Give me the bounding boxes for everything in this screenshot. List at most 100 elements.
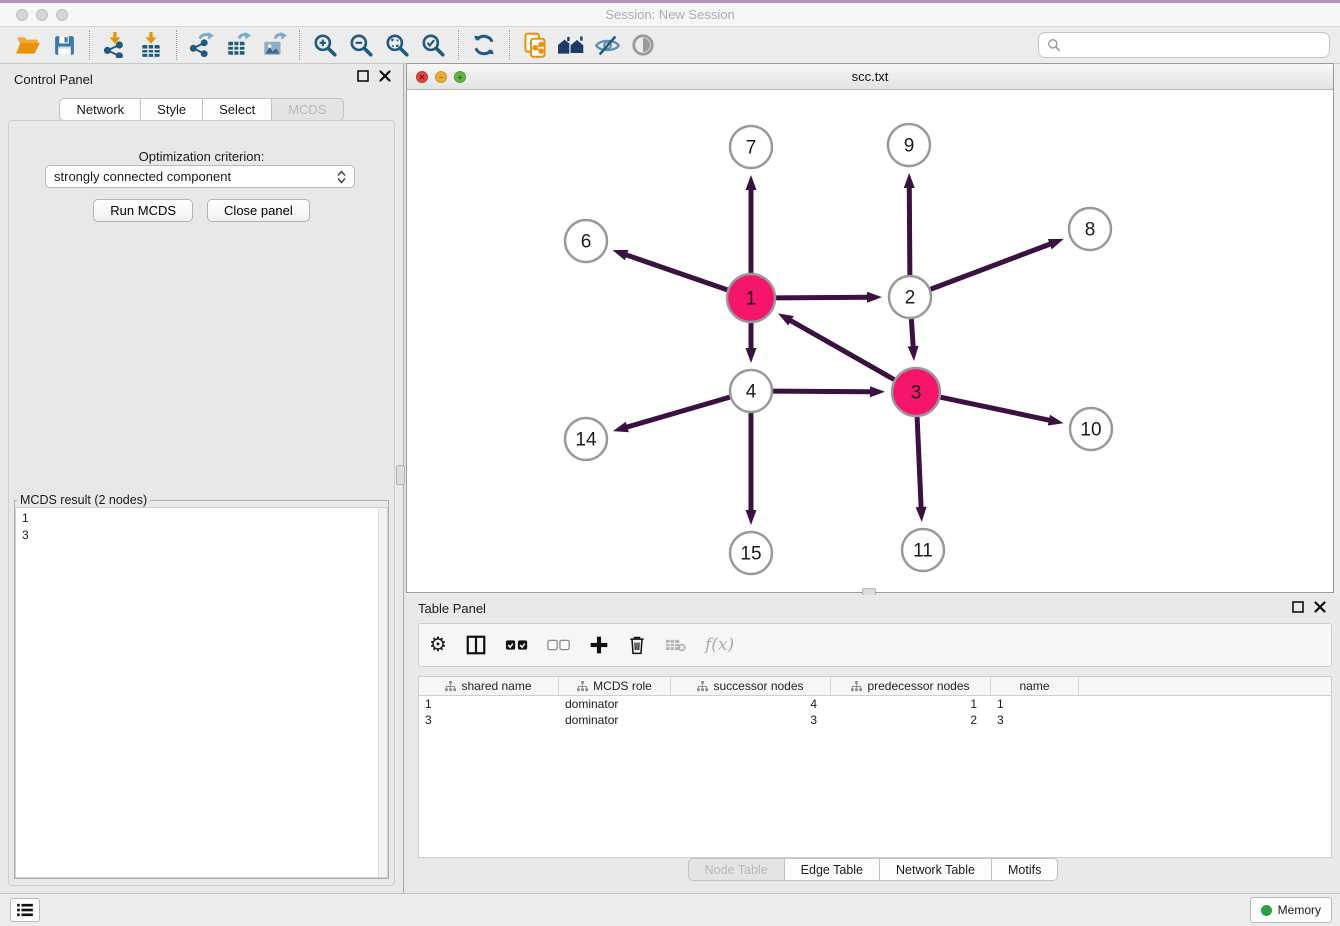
table-cell[interactable]: dominator <box>559 712 671 728</box>
graph-edge-3-11[interactable] <box>917 417 921 509</box>
table-cell[interactable]: 1 <box>991 696 1079 712</box>
graph-node-label: 11 <box>913 541 933 562</box>
save-session-icon[interactable] <box>46 29 82 61</box>
table-panel: Table Panel ⚙ f(x) shared nameMCDS roles… <box>406 595 1340 893</box>
graph-edge-arrowhead <box>908 346 919 361</box>
graph-edge-1-2[interactable] <box>776 297 869 298</box>
table-cell[interactable]: 4 <box>671 696 831 712</box>
tab-mcds[interactable]: MCDS <box>272 98 343 121</box>
table-cell[interactable]: 1 <box>831 696 991 712</box>
export-network-icon[interactable] <box>184 29 220 61</box>
import-network-icon[interactable] <box>97 29 133 61</box>
float-panel-icon[interactable] <box>357 70 369 82</box>
main-toolbar <box>0 27 1340 64</box>
tab-network-table[interactable]: Network Table <box>880 858 992 881</box>
network-window-titlebar[interactable]: ✕ − + scc.txt <box>407 64 1333 90</box>
column-header-predecessor-nodes[interactable]: predecessor nodes <box>831 677 991 695</box>
graph-edge-1-6[interactable] <box>625 254 728 289</box>
table-cell[interactable]: 3 <box>419 712 559 728</box>
delete-column-icon[interactable] <box>627 635 647 655</box>
memory-button[interactable]: Memory <box>1250 897 1332 923</box>
zoom-fit-icon[interactable] <box>379 29 415 61</box>
deselect-all-icon[interactable] <box>547 638 571 652</box>
column-header-MCDS-role[interactable]: MCDS role <box>559 677 671 695</box>
tab-edge-table[interactable]: Edge Table <box>785 858 880 881</box>
export-table-icon[interactable] <box>220 29 256 61</box>
table-cell[interactable]: 3 <box>671 712 831 728</box>
column-header-shared-name[interactable]: shared name <box>419 677 559 695</box>
window-title: Session: New Session <box>0 7 1340 22</box>
result-scrollbar[interactable] <box>378 508 387 877</box>
graph-edge-arrowhead <box>613 422 629 433</box>
attribute-type-icon <box>851 681 862 692</box>
show-eye-icon[interactable] <box>625 29 661 61</box>
chevron-updown-icon <box>337 170 346 184</box>
export-image-icon[interactable] <box>256 29 292 61</box>
tab-motifs[interactable]: Motifs <box>992 858 1058 881</box>
criterion-value: strongly connected component <box>54 169 231 184</box>
open-session-icon[interactable] <box>10 29 46 61</box>
graph-node-label: 4 <box>746 382 757 403</box>
memory-label: Memory <box>1278 903 1321 917</box>
table-cell[interactable]: 2 <box>831 712 991 728</box>
optimization-criterion-label: Optimization criterion: <box>9 149 394 164</box>
graph-edge-2-8[interactable] <box>931 243 1052 289</box>
zoom-out-icon[interactable] <box>343 29 379 61</box>
control-panel: Control Panel NetworkStyleSelectMCDS Opt… <box>0 64 403 893</box>
function-builder-icon: f(x) <box>705 635 734 655</box>
column-header-name[interactable]: name <box>991 677 1079 695</box>
add-column-icon[interactable] <box>589 635 609 655</box>
graph-edge-3-10[interactable] <box>940 397 1050 420</box>
zoom-in-icon[interactable] <box>307 29 343 61</box>
mcds-result-title: MCDS result (2 nodes) <box>17 493 150 507</box>
control-panel-title: Control Panel <box>14 72 93 87</box>
close-panel-button[interactable]: Close panel <box>207 199 310 222</box>
graph-edge-2-9[interactable] <box>909 186 910 275</box>
apply-layout-icon[interactable] <box>466 29 502 61</box>
mcds-result-group: MCDS result (2 nodes) 1 3 <box>14 493 389 879</box>
mcds-result-text[interactable]: 1 3 <box>15 507 388 878</box>
graph-node-label: 2 <box>905 288 916 309</box>
splitter-grip-vertical[interactable] <box>396 465 405 485</box>
graph-node-label: 1 <box>746 289 757 310</box>
tab-select[interactable]: Select <box>203 98 272 121</box>
memory-status-icon <box>1261 905 1272 916</box>
graph-edge-4-3[interactable] <box>773 391 872 392</box>
status-bar: Memory <box>0 893 1340 926</box>
toolbar-separator <box>458 30 459 60</box>
close-table-panel-icon[interactable] <box>1314 601 1326 613</box>
column-selector-icon[interactable] <box>465 634 487 656</box>
graph-edge-2-3[interactable] <box>911 319 913 348</box>
desktop: Session: New Session <box>0 0 1340 926</box>
table-settings-gear-icon[interactable]: ⚙ <box>429 635 447 655</box>
tab-node-table[interactable]: Node Table <box>688 858 785 881</box>
hide-eye-icon[interactable] <box>589 29 625 61</box>
zoom-selected-icon[interactable] <box>415 29 451 61</box>
table-row[interactable]: 3dominator323 <box>419 712 1331 728</box>
select-all-icon[interactable] <box>505 638 529 652</box>
run-mcds-button[interactable]: Run MCDS <box>93 199 193 222</box>
search-box[interactable] <box>1038 32 1330 58</box>
task-history-button[interactable] <box>10 898 40 922</box>
graph-node-label: 8 <box>1085 220 1096 241</box>
home-icon[interactable] <box>553 29 589 61</box>
criterion-select[interactable]: strongly connected component <box>45 165 355 188</box>
graph-edge-4-14[interactable] <box>625 397 730 427</box>
float-table-panel-icon[interactable] <box>1292 601 1304 613</box>
column-header-successor-nodes[interactable]: successor nodes <box>671 677 831 695</box>
table-cell[interactable]: dominator <box>559 696 671 712</box>
toolbar-separator <box>299 30 300 60</box>
table-row[interactable]: 1dominator411 <box>419 696 1331 712</box>
import-table-icon[interactable] <box>133 29 169 61</box>
tab-style[interactable]: Style <box>141 98 203 121</box>
search-input[interactable] <box>1067 38 1321 53</box>
table-cell[interactable]: 1 <box>419 696 559 712</box>
copy-network-icon[interactable] <box>517 29 553 61</box>
close-panel-icon[interactable] <box>379 70 391 82</box>
toolbar-separator <box>509 30 510 60</box>
network-graph[interactable]: 7968124314101511 <box>407 91 1333 592</box>
graph-edge-3-1[interactable] <box>789 320 894 380</box>
toolbar-separator <box>89 30 90 60</box>
tab-network[interactable]: Network <box>59 98 141 121</box>
table-cell[interactable]: 3 <box>991 712 1079 728</box>
